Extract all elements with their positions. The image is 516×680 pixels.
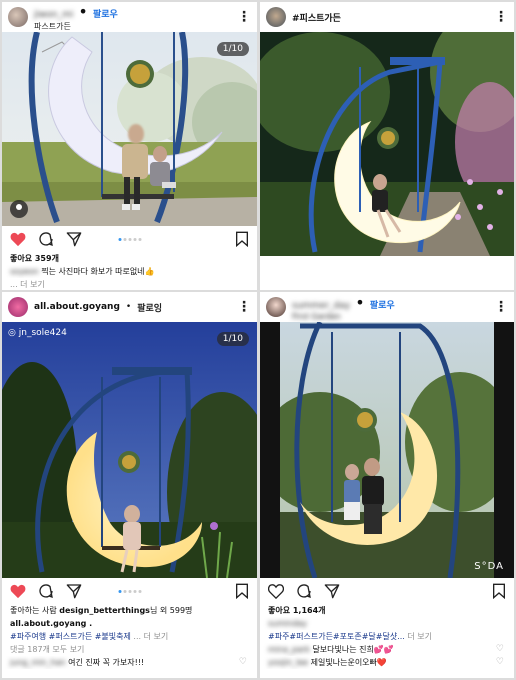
like-heart-outline-icon[interactable] bbox=[268, 583, 284, 599]
share-icon[interactable] bbox=[66, 583, 82, 599]
post-header: jiwon_mi • 팔로우 파스트가든 ⋮ bbox=[2, 2, 257, 32]
username[interactable]: summer_day bbox=[292, 301, 350, 311]
like-heart-icon[interactable] bbox=[10, 584, 26, 599]
slide-counter: 1/10 bbox=[216, 42, 249, 56]
post-4: summer_day • 팔로우 First Garden ⋮ S°DA 좋아요… bbox=[260, 292, 514, 678]
follow-button[interactable]: 팔로우 bbox=[93, 10, 118, 20]
like-heart-icon[interactable] bbox=[10, 232, 26, 247]
moon-swing-night-photo bbox=[260, 32, 514, 256]
comment-text: 제일빛나는운이오빠❤️ bbox=[310, 658, 387, 667]
moon-swing-dusk-photo bbox=[2, 322, 257, 578]
location[interactable]: First Garden bbox=[292, 312, 395, 321]
liked-by: 좋아하는 사람 design_betterthings님 외 599명 bbox=[2, 604, 257, 617]
bookmark-icon[interactable] bbox=[235, 231, 249, 247]
caption-username[interactable]: soyeon bbox=[10, 267, 39, 276]
liked-by-suffix[interactable]: 님 외 599명 bbox=[150, 606, 192, 615]
comment: mina_park 달보다빛나는 진희💕💕 ♡ bbox=[260, 643, 514, 656]
slide-counter: 1/10 bbox=[216, 332, 249, 346]
bookmark-icon[interactable] bbox=[492, 583, 506, 599]
instagram-icon: ◎ bbox=[8, 328, 16, 338]
post-photo[interactable]: S°DA bbox=[260, 322, 514, 578]
post-header: all.about.goyang • 팔로잉 ⋮ bbox=[2, 292, 257, 322]
post-header: summer_day • 팔로우 First Garden ⋮ bbox=[260, 292, 514, 322]
likes-count[interactable]: 좋아요 359개 bbox=[2, 252, 257, 265]
liked-by-prefix: 좋아하는 사람 bbox=[10, 606, 57, 615]
comment-username[interactable]: yoojin_lee bbox=[268, 658, 308, 667]
following-button[interactable]: 팔로잉 bbox=[137, 301, 162, 314]
comment-text: 여긴 진짜 꼭 가보자!!! bbox=[68, 658, 145, 667]
more-link[interactable]: 더 보기 bbox=[407, 632, 432, 641]
hashtags[interactable]: #파주여행 #퍼스트가든 #불빛축제 bbox=[10, 632, 131, 641]
share-icon[interactable] bbox=[324, 583, 340, 599]
post-3: all.about.goyang • 팔로잉 ⋮ ◎ jn_sole424 1/… bbox=[2, 292, 257, 678]
tagged-users-icon[interactable] bbox=[10, 200, 28, 218]
caption-username[interactable]: all.about.goyang . bbox=[2, 617, 257, 630]
post-2: #피스트가든 ⋮ bbox=[260, 2, 514, 290]
comment-username[interactable]: jung_min_han bbox=[10, 658, 66, 667]
post-photo[interactable] bbox=[260, 32, 514, 256]
username[interactable]: all.about.goyang bbox=[34, 302, 120, 312]
comment-like-icon[interactable]: ♡ bbox=[239, 656, 247, 669]
post-1: jiwon_mi • 팔로우 파스트가든 ⋮ 1/10 좋아요 359개 soy… bbox=[2, 2, 257, 290]
location[interactable]: 파스트가든 bbox=[34, 21, 118, 32]
action-bar bbox=[2, 578, 257, 604]
more-link[interactable]: ... 더 보기 bbox=[133, 632, 168, 641]
post-photo[interactable]: ◎ jn_sole424 1/10 bbox=[2, 322, 257, 578]
hashtags[interactable]: #파주#퍼스트가든#포토존#달#달샷... bbox=[268, 632, 405, 641]
more-options-icon[interactable]: ⋮ bbox=[494, 300, 508, 314]
moon-swing-photo bbox=[2, 32, 257, 226]
comment-icon[interactable] bbox=[38, 583, 54, 599]
comment-username[interactable]: mina_park bbox=[268, 645, 310, 654]
carousel-dots bbox=[118, 237, 141, 241]
view-all-comments[interactable]: 댓글 187개 모두 보기 bbox=[2, 643, 257, 656]
moon-swing-couple-photo bbox=[260, 322, 514, 578]
photo-brandmark: S°DA bbox=[474, 561, 504, 572]
username[interactable]: jiwon_mi bbox=[34, 10, 73, 20]
comment-like-icon[interactable]: ♡ bbox=[496, 656, 504, 669]
avatar[interactable] bbox=[266, 297, 286, 317]
photo-credit-handle: jn_sole424 bbox=[18, 328, 67, 338]
comment: jung_min_han 여긴 진짜 꼭 가보자!!! ♡ bbox=[2, 656, 257, 669]
comment-icon[interactable] bbox=[38, 231, 54, 247]
comment: yoojin_lee 제일빛나는운이오빠❤️ ♡ bbox=[260, 656, 514, 669]
post-header: #피스트가든 ⋮ bbox=[260, 2, 514, 32]
comment-like-icon[interactable]: ♡ bbox=[496, 643, 504, 656]
caption-text: 찍는 사진마다 화보가 따로없네👍 bbox=[41, 267, 155, 276]
comment-icon[interactable] bbox=[296, 583, 312, 599]
action-bar bbox=[260, 256, 514, 282]
post-photo[interactable]: 1/10 bbox=[2, 32, 257, 226]
username[interactable]: #피스트가든 bbox=[292, 11, 341, 24]
bookmark-icon[interactable] bbox=[235, 583, 249, 599]
avatar[interactable] bbox=[266, 7, 286, 27]
more-options-icon[interactable]: ⋮ bbox=[237, 10, 251, 24]
action-bar bbox=[260, 578, 514, 604]
action-bar bbox=[2, 226, 257, 252]
more-options-icon[interactable]: ⋮ bbox=[237, 300, 251, 314]
caption-username[interactable]: suminday bbox=[268, 619, 307, 628]
avatar[interactable] bbox=[8, 297, 28, 317]
carousel-dots bbox=[118, 589, 141, 593]
photo-credit: ◎ jn_sole424 bbox=[8, 328, 67, 338]
likes-count[interactable]: 좋아요 1,164개 bbox=[260, 604, 514, 617]
follow-button[interactable]: 팔로우 bbox=[370, 301, 395, 311]
more-options-icon[interactable]: ⋮ bbox=[494, 10, 508, 24]
caption-hashtags: #파주여행 #퍼스트가든 #불빛축제 ... 더 보기 bbox=[2, 630, 257, 643]
caption-hashtags: #파주#퍼스트가든#포토존#달#달샷... 더 보기 bbox=[260, 630, 514, 643]
caption: suminday bbox=[260, 617, 514, 630]
liked-by-user[interactable]: design_betterthings bbox=[59, 606, 150, 615]
caption: soyeon 찍는 사진마다 화보가 따로없네👍 bbox=[2, 265, 257, 278]
more-link[interactable]: ... 더 보기 bbox=[2, 278, 257, 290]
share-icon[interactable] bbox=[66, 231, 82, 247]
avatar[interactable] bbox=[8, 7, 28, 27]
comment-text: 달보다빛나는 진희💕💕 bbox=[312, 645, 394, 654]
